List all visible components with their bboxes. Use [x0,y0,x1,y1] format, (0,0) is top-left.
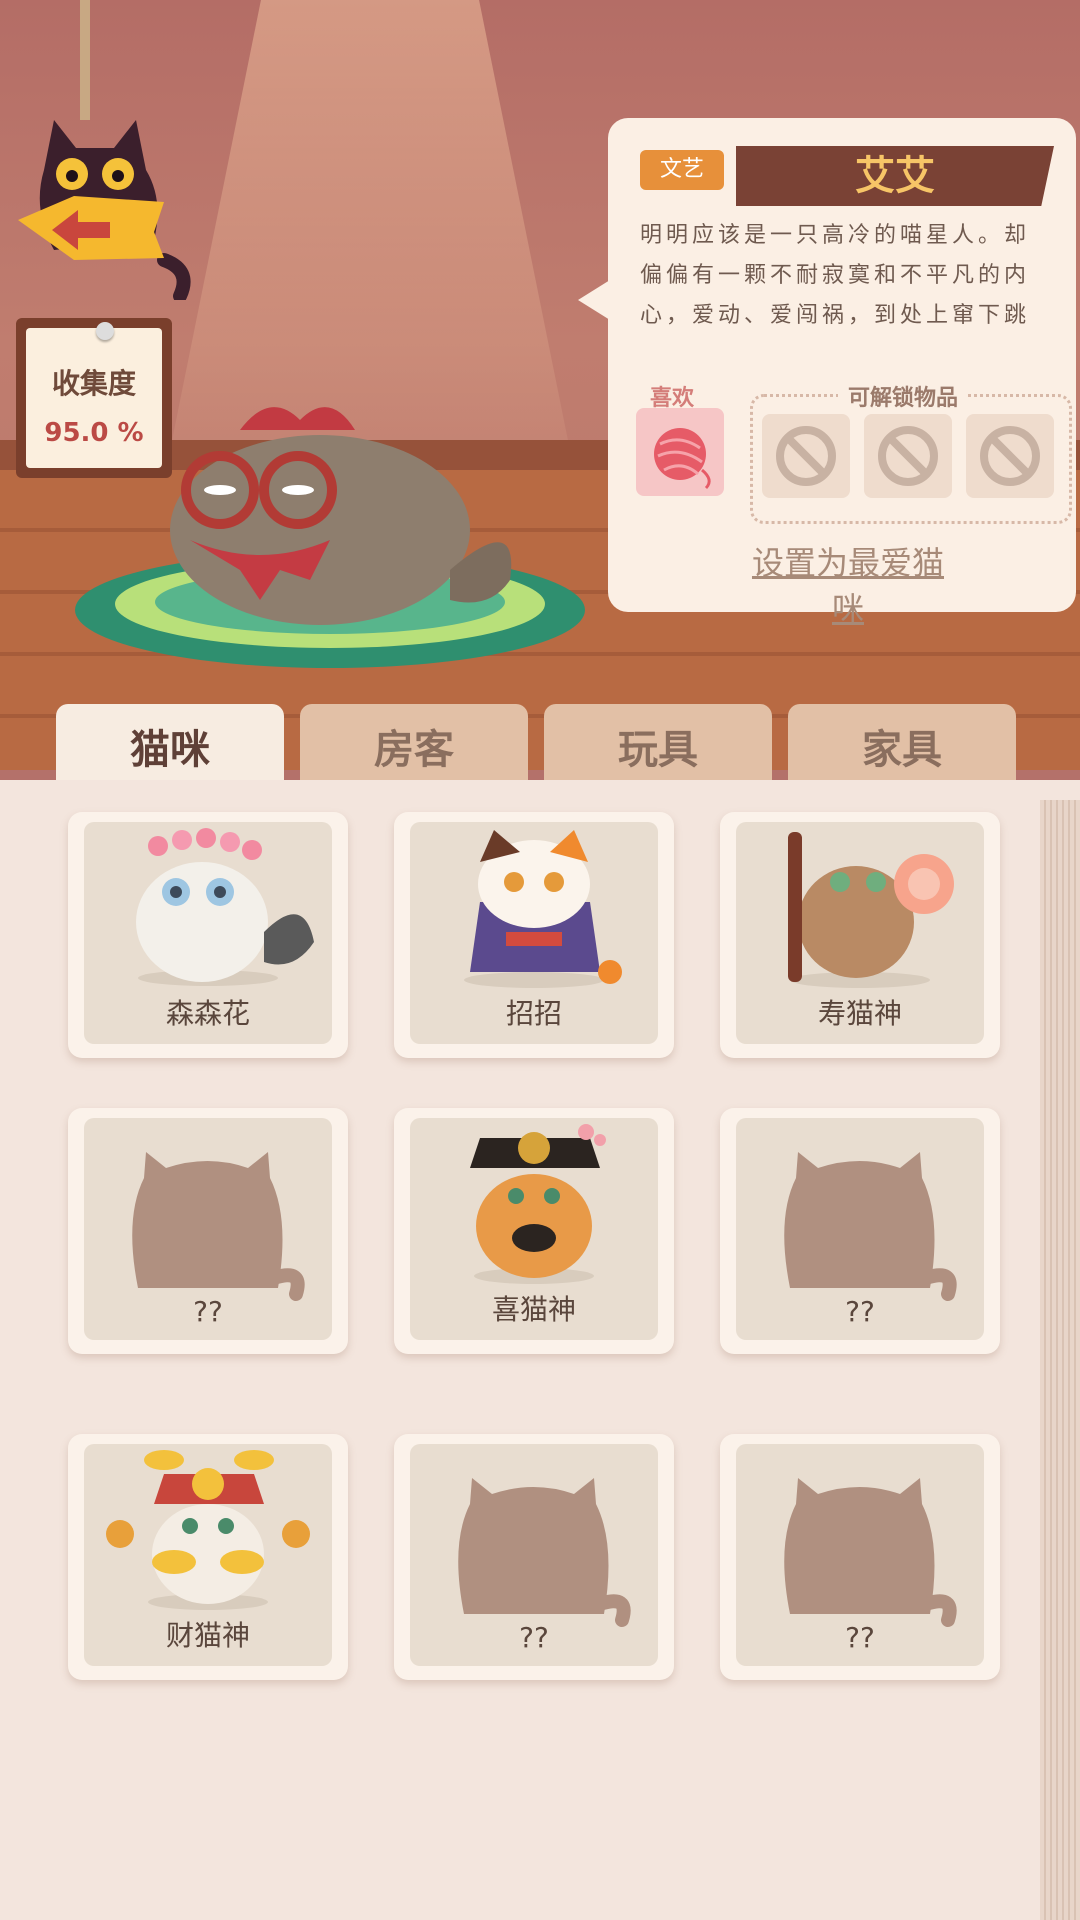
cat-card-frame: ?? [736,1118,984,1340]
cat-card-frame: 森森花 [84,822,332,1044]
cat-silhouette-icon [784,1152,957,1301]
unlock-items-title: 可解锁物品 [838,380,969,412]
featured-cat-illustration [75,407,585,668]
cat-card-frame: ?? [736,1444,984,1666]
back-button[interactable] [14,110,194,300]
cat-card-frame: 招招 [410,822,658,1044]
cat-card-locked[interactable]: ?? [68,1108,348,1354]
cat-silhouette-icon [458,1478,631,1627]
locked-icon [878,426,938,486]
cat-name-label: ?? [845,1621,875,1654]
cat-card-frame: 财猫神 [84,1444,332,1666]
cat-card-frame: 寿猫神 [736,822,984,1044]
personality-tag: 文艺 [640,150,724,190]
cat-portrait [788,832,954,988]
locked-icon [980,426,1040,486]
locked-item-slot[interactable] [864,414,952,498]
cat-card-caimaoshen[interactable]: 财猫神 [68,1434,348,1680]
cat-description: 明明应该是一只高冷的喵星人。却偏偏有一颗不耐寂寞和不平凡的内心，爱动、爱闯祸，到… [640,223,1031,328]
cat-name-label: 喜猫神 [491,1293,576,1326]
cat-card-locked[interactable]: ?? [394,1434,674,1680]
liked-item[interactable] [636,408,724,496]
set-favorite-link[interactable]: 设置为最爱猫咪 [738,538,958,630]
book-page-edges [1040,800,1080,1920]
cat-name-label: 森森花 [165,997,250,1030]
cat-name: 艾艾 [736,146,1054,206]
locked-item-slot[interactable] [966,414,1054,498]
cat-card-locked[interactable]: ?? [720,1434,1000,1680]
cat-card-locked[interactable]: ?? [720,1108,1000,1354]
hanging-rope [80,0,90,120]
cat-card-frame: ?? [84,1118,332,1340]
locked-item-slot[interactable] [762,414,850,498]
cat-card-sensenhua[interactable]: 森森花 [68,812,348,1058]
back-cat-icon [18,120,191,300]
cat-name-label: ?? [845,1295,875,1328]
cat-card-shoumaoshen[interactable]: 寿猫神 [720,812,1000,1058]
cat-name-label: 寿猫神 [817,997,902,1030]
cat-silhouette-icon [132,1152,305,1301]
cat-portrait [464,830,622,988]
cat-info-card: 文艺 艾艾 明明应该是一只高冷的喵星人。却偏偏有一颗不耐寂寞和不平凡的内心，爱动… [608,118,1076,628]
cat-card-frame: ?? [410,1444,658,1666]
featured-cat[interactable] [70,370,590,670]
cat-portrait [136,828,314,986]
cat-name-label: 财猫神 [165,1619,250,1652]
cat-name-label: ?? [193,1295,223,1328]
cat-portrait [470,1124,606,1284]
cat-name-label: 招招 [505,997,562,1030]
info-card-pointer [578,280,610,320]
cat-card-frame: 喜猫神 [410,1118,658,1340]
cat-silhouette-icon [784,1478,957,1627]
pin-icon [96,322,114,340]
locked-icon [776,426,836,486]
cat-card-zhaozhao[interactable]: 招招 [394,812,674,1058]
yarn-ball-icon [654,428,711,490]
cat-portrait [106,1450,310,1610]
cat-card-ximaoshen[interactable]: 喜猫神 [394,1108,674,1354]
cat-name-label: ?? [519,1621,549,1654]
